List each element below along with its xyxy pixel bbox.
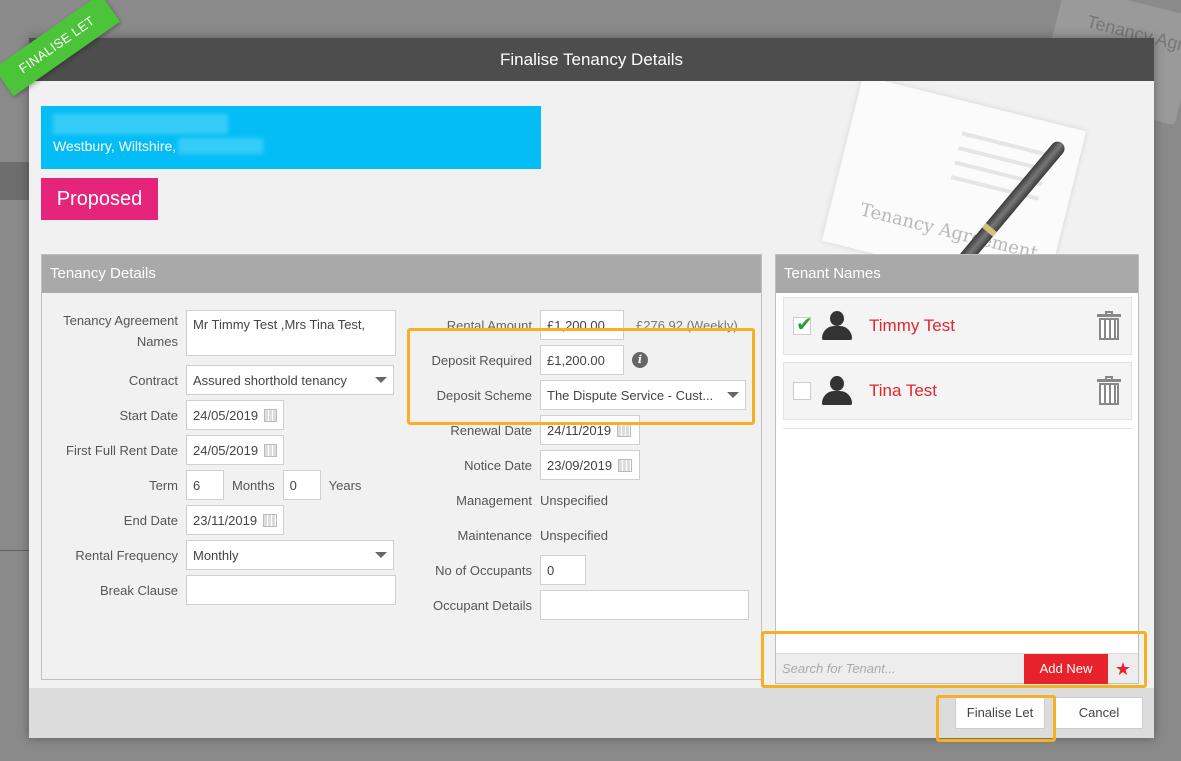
management-label: Management (456, 492, 532, 508)
calendar-icon[interactable] (617, 423, 632, 437)
trash-icon[interactable] (1097, 376, 1121, 405)
address-line2: Westbury, Wiltshire, (53, 138, 177, 154)
tenant-name[interactable]: Timmy Test (869, 316, 1097, 336)
modal-title: Finalise Tenancy Details (29, 38, 1154, 81)
property-address: Westbury, Wiltshire, (41, 106, 541, 169)
tenancy-agreement-paper: Tenancy Agreement (821, 81, 1087, 276)
occupants-label: No of Occupants (435, 562, 532, 578)
cancel-button[interactable]: Cancel (1055, 697, 1143, 729)
calendar-icon[interactable] (618, 458, 633, 472)
tenant-checkbox[interactable] (793, 382, 811, 400)
hero-image: Tenancy Agreement (799, 81, 1154, 276)
list-divider (783, 428, 1132, 429)
status-badge: Proposed (41, 178, 158, 220)
tenant-names-header: Tenant Names (776, 255, 1138, 293)
notice-date-input[interactable]: 23/09/2019 (540, 450, 640, 480)
finalise-highlight (936, 695, 1056, 742)
maintenance-label: Maintenance (457, 527, 532, 543)
finalise-tenancy-modal: Finalise Tenancy Details Tenancy Agreeme… (29, 38, 1154, 742)
tenancy-details-header: Tenancy Details (42, 255, 761, 293)
deposit-highlight (407, 328, 755, 425)
search-highlight (761, 631, 1147, 688)
notice-date-value: 23/09/2019 (547, 457, 613, 473)
maintenance-value: Unspecified (540, 527, 608, 543)
tenant-row[interactable]: Tina Test (783, 362, 1132, 420)
address-line1-redacted (53, 114, 228, 134)
notice-date-label: Notice Date (464, 457, 532, 473)
tenant-row[interactable]: ✔ Timmy Test (783, 297, 1132, 355)
tenancy-details-panel: Tenancy Details Tenancy Agreement Names M… (41, 254, 762, 680)
background-strip (0, 162, 30, 200)
postcode-redacted (178, 138, 264, 154)
occupants-input[interactable]: 0 (540, 555, 586, 585)
occupant-details-label: Occupant Details (433, 597, 532, 613)
management-value: Unspecified (540, 492, 608, 508)
person-icon (821, 376, 853, 406)
occupant-details-input[interactable] (540, 590, 749, 620)
tenant-name[interactable]: Tina Test (869, 381, 1097, 401)
background-divider (0, 550, 30, 551)
trash-icon[interactable] (1097, 311, 1121, 340)
checkmark-icon: ✔ (796, 314, 813, 336)
tenant-checkbox[interactable]: ✔ (793, 314, 813, 336)
person-icon (821, 311, 853, 341)
tenant-names-panel: Tenant Names ✔ Timmy Test Tina Test Sear… (775, 254, 1139, 684)
